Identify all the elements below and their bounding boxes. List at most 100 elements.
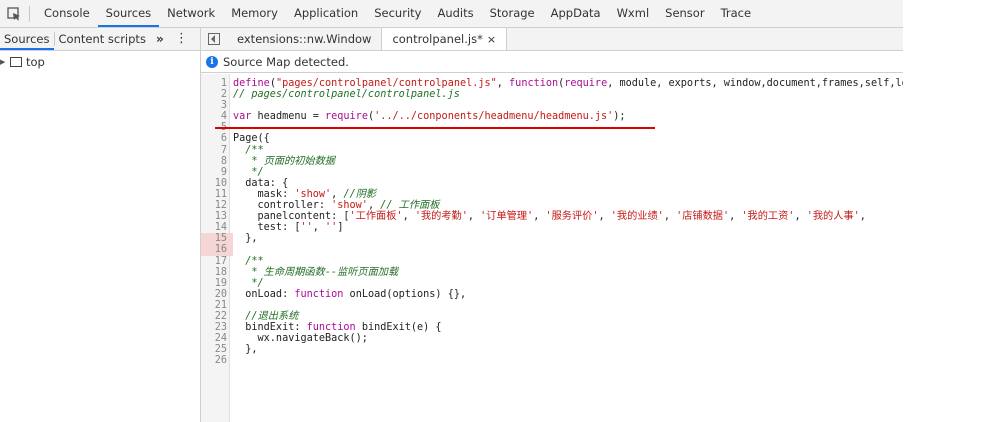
tab-sources[interactable]: Sources (97, 0, 160, 27)
code-editor[interactable]: 1 define("pages/controlpanel/controlpanel… (201, 74, 903, 422)
code-line[interactable]: 7 /** (201, 145, 903, 156)
devtools-toolbar: Console Sources Network Memory Applicati… (0, 0, 903, 28)
tab-application[interactable]: Application (286, 0, 366, 27)
code-line[interactable]: 4 var headmenu = require('../../conponent… (201, 111, 903, 122)
code-text: bindExit: function bindExit(e) { (233, 322, 442, 334)
code-line[interactable]: 23 bindExit: function bindExit(e) { (201, 322, 903, 333)
line-number[interactable]: 17 (201, 256, 233, 267)
tab-navigator-sources[interactable]: Sources (0, 28, 54, 50)
code-lines: 1 define("pages/controlpanel/controlpanel… (201, 78, 903, 366)
code-text: // pages/controlpanel/controlpanel.js (233, 89, 460, 101)
editor-tabs: extensions::nw.Window controlpanel.js* × (201, 28, 903, 51)
code-line[interactable]: 10 data: { (201, 178, 903, 189)
code-line[interactable]: 2// pages/controlpanel/controlpanel.js (201, 89, 903, 100)
red-underline-annotation (215, 127, 655, 129)
code-line[interactable]: 3 (201, 100, 903, 111)
code-line[interactable]: 13 panelcontent: ['工作面板', '我的考勤', '订单管理'… (201, 211, 903, 222)
tree-item-top[interactable]: ▶ top (0, 51, 200, 73)
code-line[interactable]: 19 */ (201, 278, 903, 289)
line-number[interactable]: 14 (201, 222, 233, 233)
line-number[interactable]: 6 (201, 133, 233, 144)
tab-appdata[interactable]: AppData (543, 0, 609, 27)
tab-sensor[interactable]: Sensor (657, 0, 712, 27)
more-tabs-chevron-icon[interactable]: » (150, 32, 170, 46)
code-line[interactable]: 20 onLoad: function onLoad(options) {}, (201, 289, 903, 300)
tab-security[interactable]: Security (366, 0, 429, 27)
line-number[interactable]: 1 (201, 78, 233, 89)
code-text: }, (233, 233, 258, 245)
code-line[interactable]: 6 Page({ (201, 133, 903, 144)
code-text: mask: 'show', //阴影 (233, 188, 377, 200)
line-number[interactable]: 4 (201, 111, 233, 122)
tab-wxml[interactable]: Wxml (609, 0, 658, 27)
toggle-navigator-icon (208, 33, 220, 45)
code-line[interactable]: 26 (201, 355, 903, 366)
code-text: define("pages/controlpanel/controlpanel.… (233, 78, 903, 89)
editor-tab-nw-window[interactable]: extensions::nw.Window (227, 28, 381, 50)
line-number[interactable]: 23 (201, 322, 233, 333)
line-number[interactable]: 2 (201, 89, 233, 100)
tab-content-scripts[interactable]: Content scripts (55, 28, 150, 50)
code-text: wx.navigateBack(); (233, 333, 368, 345)
line-number[interactable]: 16 (201, 244, 233, 256)
tab-storage[interactable]: Storage (482, 0, 543, 27)
code-text: var headmenu = require('../../conponents… (233, 111, 626, 123)
more-options-icon[interactable]: ⋮ (175, 31, 188, 47)
toggle-navigator-button[interactable] (201, 28, 227, 50)
line-number[interactable]: 9 (201, 167, 233, 178)
tree-item-label: top (26, 55, 45, 69)
tab-console[interactable]: Console (36, 0, 98, 27)
line-number[interactable]: 13 (201, 211, 233, 222)
code-line[interactable]: 14 test: ['', ''] (201, 222, 903, 233)
navigator-pane: Sources Content scripts » ⋮ ▶ top (0, 28, 201, 422)
code-line[interactable]: 12 controller: 'show', // 工作面板 (201, 200, 903, 211)
info-message: Source Map detected. (223, 54, 349, 69)
line-number[interactable]: 25 (201, 344, 233, 355)
line-number[interactable]: 18 (201, 267, 233, 278)
code-line[interactable]: 11 mask: 'show', //阴影 (201, 189, 903, 200)
line-number[interactable]: 20 (201, 289, 233, 300)
code-line[interactable]: 24 wx.navigateBack(); (201, 333, 903, 344)
line-number[interactable]: 24 (201, 333, 233, 344)
navigator-tabs: Sources Content scripts » ⋮ (0, 28, 200, 51)
inspect-element-icon[interactable] (0, 0, 27, 27)
line-number[interactable]: 19 (201, 278, 233, 289)
code-line[interactable]: 16 (201, 244, 903, 256)
editor-tab-controlpanel[interactable]: controlpanel.js* × (381, 28, 508, 50)
code-line[interactable]: 8 * 页面的初始数据 (201, 156, 903, 167)
code-line[interactable]: 25 }, (201, 344, 903, 355)
code-line[interactable]: 1 define("pages/controlpanel/controlpanel… (201, 78, 903, 89)
code-text: }, (233, 344, 258, 356)
line-number[interactable]: 11 (201, 189, 233, 200)
line-number[interactable]: 22 (201, 311, 233, 322)
tab-network[interactable]: Network (159, 0, 223, 27)
code-line[interactable]: 17 /** (201, 256, 903, 267)
line-number[interactable]: 8 (201, 156, 233, 167)
line-number[interactable]: 15 (201, 233, 233, 245)
code-line[interactable]: 15 }, (201, 233, 903, 245)
line-number[interactable]: 3 (201, 100, 233, 111)
source-map-infobar: i Source Map detected. (201, 51, 903, 73)
code-text: */ (233, 277, 264, 289)
line-number[interactable]: 7 (201, 145, 233, 156)
code-text: data: { (233, 177, 289, 189)
line-number[interactable]: 26 (201, 355, 233, 366)
line-number[interactable]: 10 (201, 178, 233, 189)
expand-arrow-icon[interactable]: ▶ (0, 58, 8, 66)
line-number[interactable]: 21 (201, 300, 233, 311)
tab-audits[interactable]: Audits (429, 0, 481, 27)
close-icon[interactable]: × (487, 33, 496, 46)
tab-trace[interactable]: Trace (713, 0, 760, 27)
code-text: test: ['', ''] (233, 222, 344, 234)
code-line[interactable]: 9 */ (201, 167, 903, 178)
code-line[interactable]: 21 (201, 300, 903, 311)
code-line[interactable]: 18 * 生命周期函数--监听页面加载 (201, 267, 903, 278)
frame-icon (10, 57, 22, 67)
code-text: */ (233, 166, 264, 178)
editor-pane: extensions::nw.Window controlpanel.js* × … (201, 28, 903, 422)
code-line[interactable]: 22 //退出系统 (201, 311, 903, 322)
tab-memory[interactable]: Memory (223, 0, 286, 27)
code-text: panelcontent: ['工作面板', '我的考勤', '订单管理', '… (233, 211, 866, 223)
code-text: //退出系统 (245, 310, 299, 322)
line-number[interactable]: 12 (201, 200, 233, 211)
